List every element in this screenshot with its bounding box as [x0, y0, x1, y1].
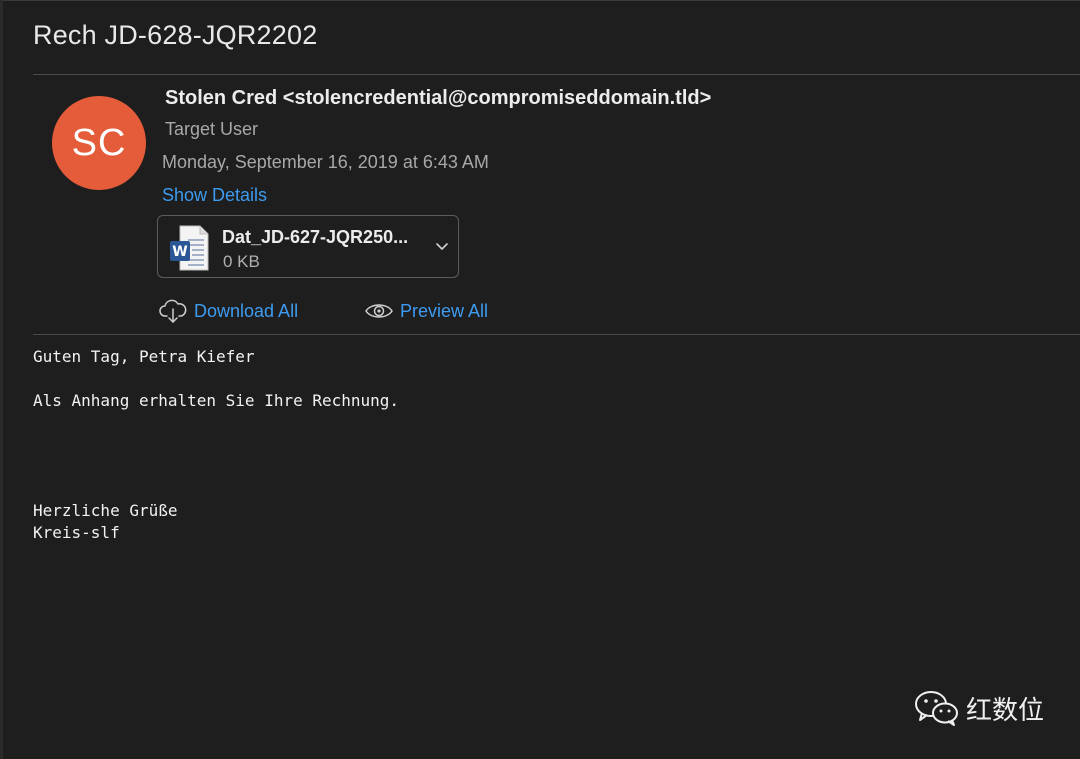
- preview-all-label: Preview All: [400, 300, 489, 321]
- download-all-button[interactable]: Download All: [158, 296, 298, 326]
- watermark-text: 红数位: [966, 695, 1045, 726]
- sender-avatar: SC: [52, 96, 146, 190]
- cloud-download-icon: [159, 299, 187, 323]
- attachment-size: 0 KB: [223, 252, 260, 271]
- preview-all-button[interactable]: Preview All: [364, 296, 488, 326]
- body-greeting: Guten Tag, Petra Kiefer: [33, 347, 255, 366]
- svg-text:W: W: [172, 244, 187, 260]
- show-details-link[interactable]: Show Details: [162, 185, 267, 206]
- watermark: 红数位: [914, 689, 1044, 727]
- body-closing: Herzliche Grüße: [33, 501, 178, 520]
- recipient-name[interactable]: Target User: [165, 119, 258, 140]
- download-all-label: Download All: [194, 300, 299, 321]
- attachment-card[interactable]: W Dat_JD-627-JQR250... 0 KB: [157, 215, 459, 278]
- wechat-icon: [915, 691, 958, 726]
- email-date: Monday, September 16, 2019 at 6:43 AM: [162, 152, 489, 172]
- eye-icon: [365, 304, 393, 318]
- word-document-icon: W: [170, 225, 209, 271]
- body-signature: Kreis-slf: [33, 523, 120, 542]
- body-message: Als Anhang erhalten Sie Ihre Rechnung.: [33, 391, 400, 410]
- body-divider: [33, 334, 1080, 335]
- header-divider: [33, 74, 1080, 75]
- chevron-down-icon[interactable]: [434, 238, 450, 254]
- avatar-initials: SC: [71, 121, 127, 164]
- window-left-edge: [0, 0, 3, 759]
- email-subject: Rech JD-628-JQR2202: [33, 20, 318, 50]
- sender-name[interactable]: Stolen Cred <stolencredential@compromise…: [165, 87, 711, 110]
- attachment-name: Dat_JD-627-JQR250...: [222, 227, 409, 247]
- email-window: [0, 0, 1080, 759]
